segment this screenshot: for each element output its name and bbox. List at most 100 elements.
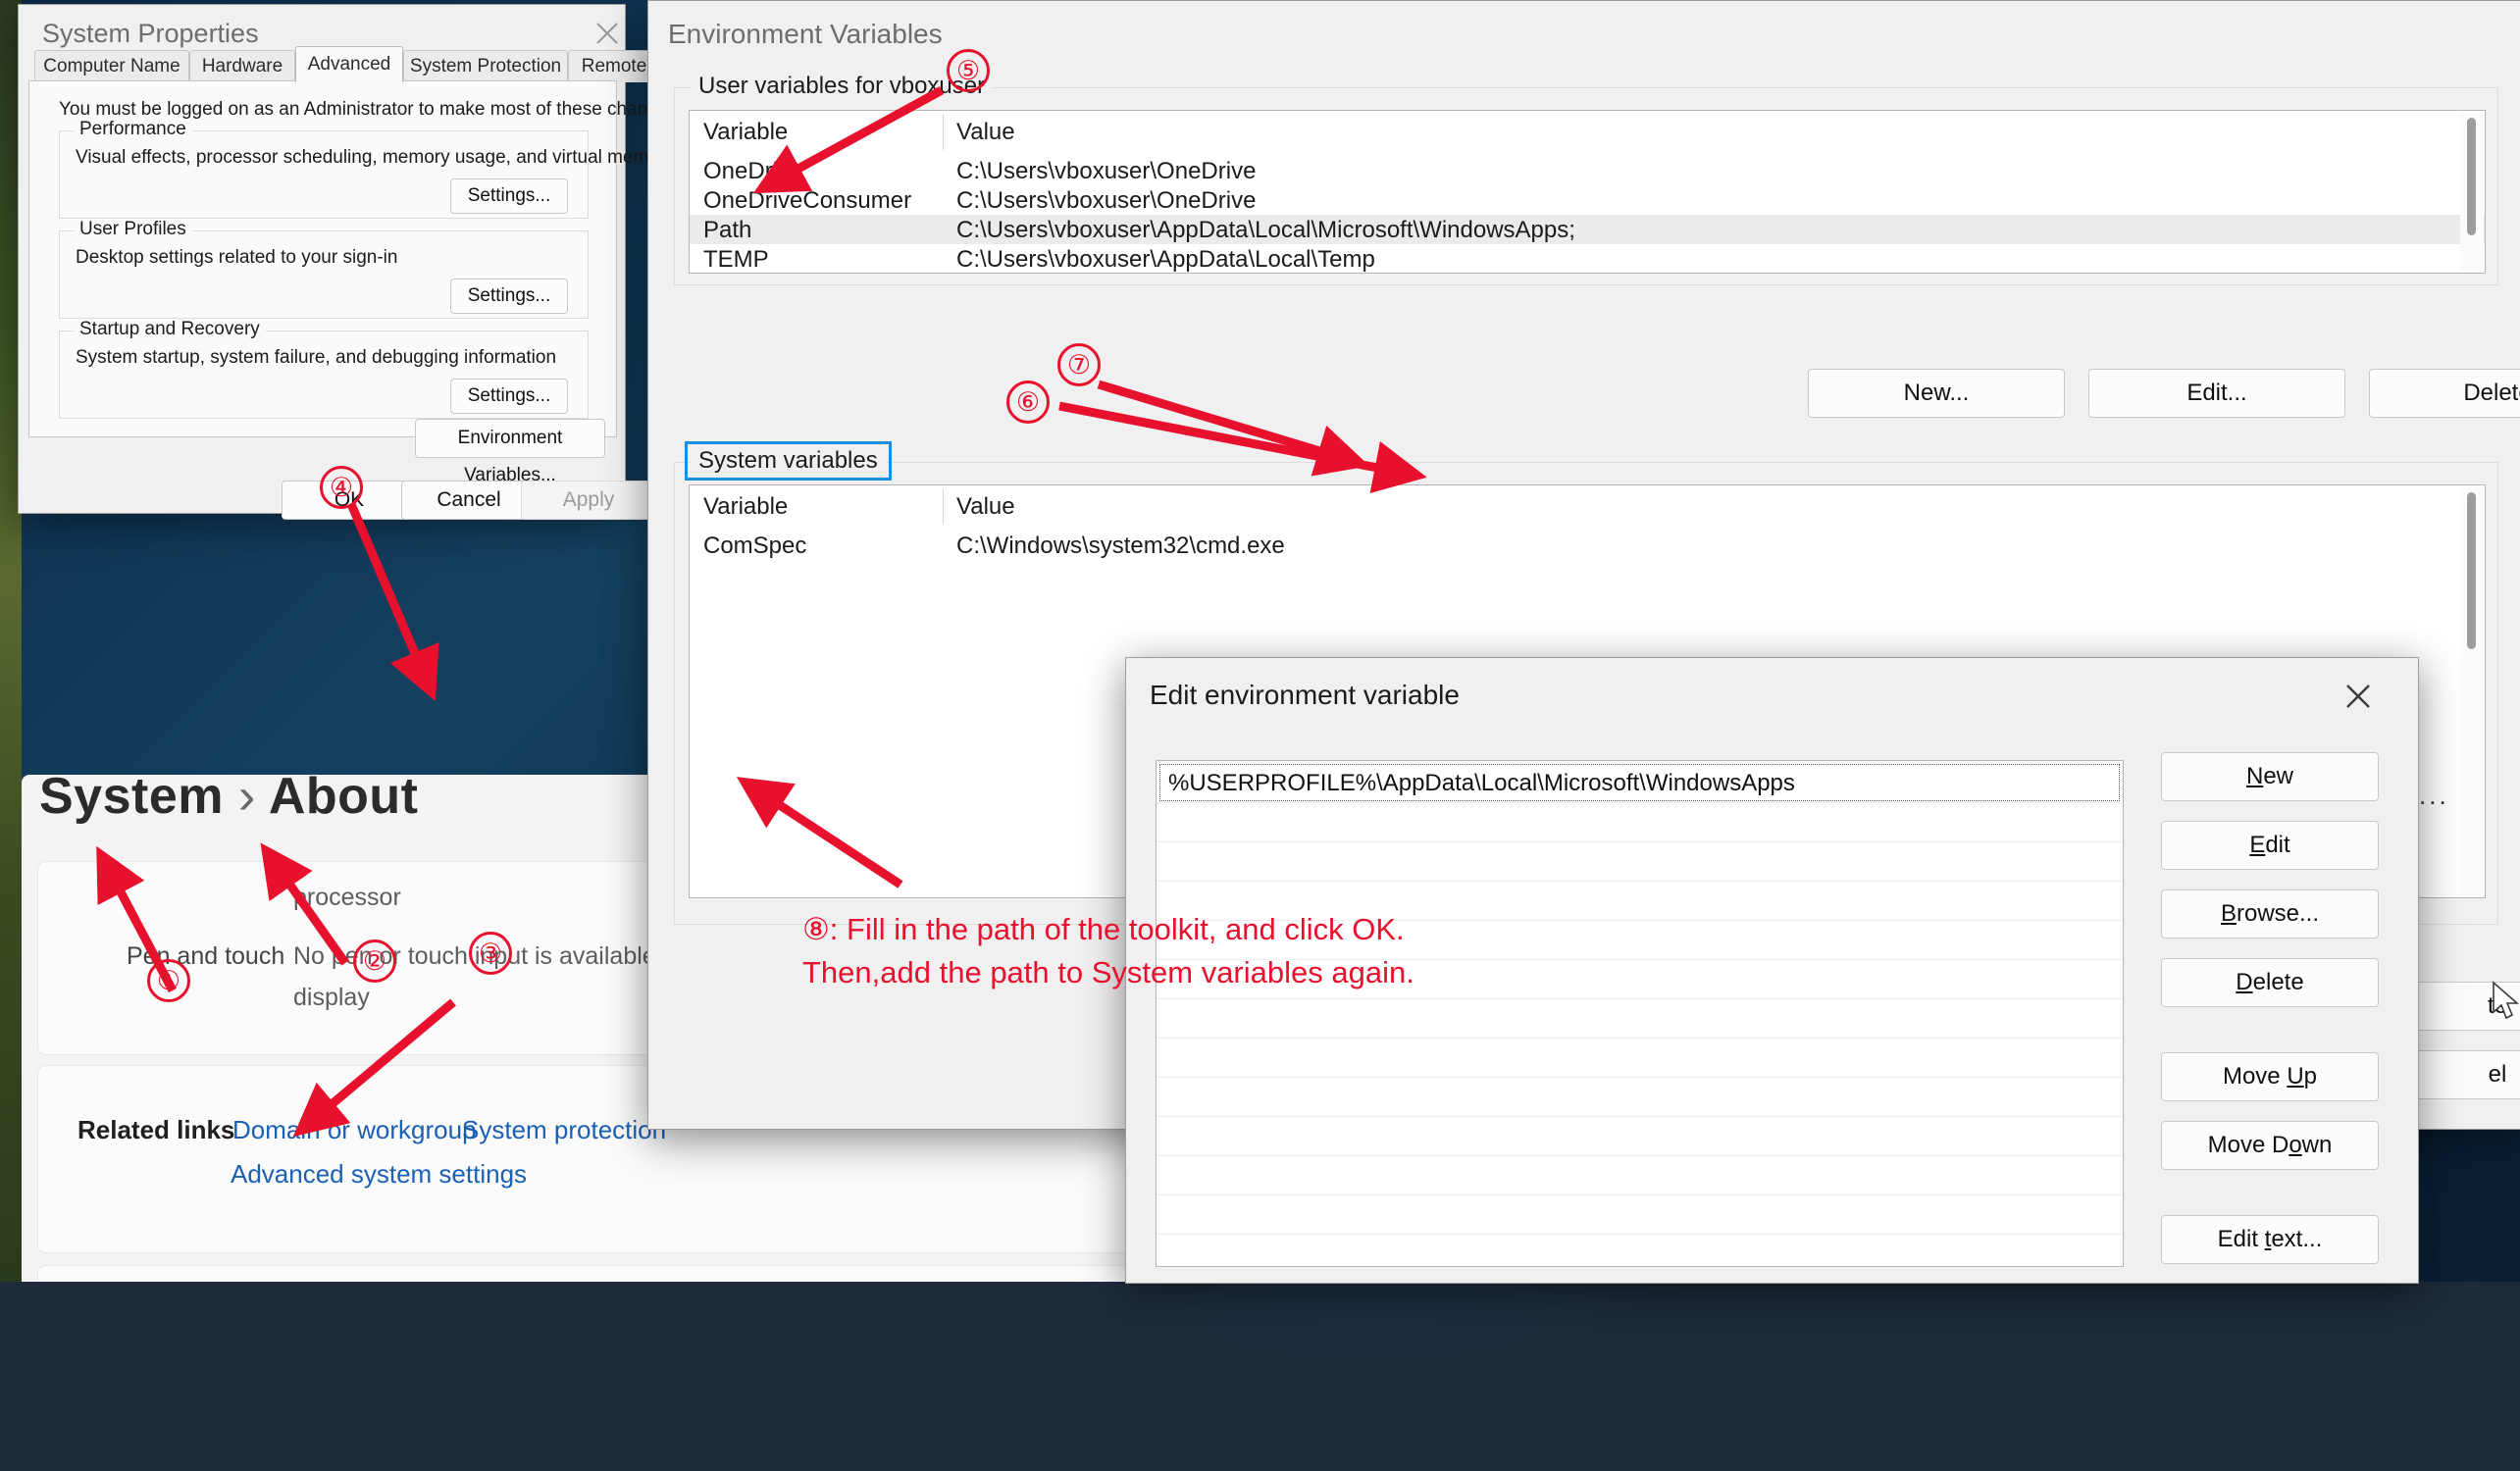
breadcrumb-separator: › — [237, 775, 256, 825]
breadcrumb-system[interactable]: System — [39, 775, 224, 825]
table-row-selected[interactable]: Path C:\Users\vboxuser\AppData\Local\Mic… — [690, 215, 2485, 244]
scrollbar-thumb[interactable] — [2467, 492, 2476, 649]
path-browse-button: Browse... — [2161, 889, 2379, 938]
accel-char: o — [2289, 1132, 2302, 1158]
path-edit-text-button: Edit text... — [2161, 1215, 2379, 1264]
system-properties-advanced-panel: You must be logged on as an Administrato… — [28, 80, 683, 437]
system-var-value: C:\Windows\system32\cmd.exe — [956, 533, 1285, 559]
related-links-label: Related links — [77, 1115, 235, 1144]
path-move-up-label: Move — [2222, 1063, 2288, 1090]
system-properties-footer: OK Cancel Apply — [19, 481, 656, 520]
row-rule — [1157, 1077, 2123, 1078]
link-domain-or-workgroup[interactable]: Domain or workgroup — [232, 1115, 477, 1145]
user-profiles-description: Desktop settings related to your sign-in — [76, 247, 398, 268]
startup-recovery-group-title: Startup and Recovery — [74, 319, 266, 340]
user-var-name: OneDriveConsumer — [703, 187, 912, 214]
row-rule — [1157, 920, 2123, 921]
performance-description: Visual effects, processor scheduling, me… — [76, 147, 675, 168]
link-advanced-system-settings[interactable]: Advanced system settings — [231, 1159, 527, 1190]
performance-settings-button[interactable]: Settings... — [450, 178, 568, 214]
path-delete-button: Delete — [2161, 958, 2379, 1007]
row-rule — [1157, 1116, 2123, 1117]
system-variables-scrollbar[interactable] — [2460, 486, 2484, 896]
user-col-divider[interactable] — [943, 115, 944, 150]
startup-recovery-settings-button[interactable]: Settings... — [450, 379, 568, 414]
user-var-value: C:\Users\vboxuser\OneDrive — [956, 187, 1257, 214]
user-edit-button[interactable]: Edit... — [2088, 369, 2345, 418]
table-row[interactable]: TEMP C:\Users\vboxuser\AppData\Local\Tem… — [690, 244, 2485, 273]
row-rule — [1157, 1194, 2123, 1195]
user-variables-group-title: User variables for vboxuser — [691, 73, 994, 100]
user-var-value: C:\Users\vboxuser\OneDrive — [956, 158, 1257, 184]
system-properties-tabs: Computer Name Hardware Advanced System P… — [28, 46, 660, 82]
system-var-name: ComSpec — [703, 533, 807, 559]
user-var-name: OneDrive — [703, 158, 803, 184]
tab-computer-name[interactable]: Computer Name — [34, 50, 189, 82]
user-variables-group: User variables for vboxuser Variable Val… — [674, 73, 2498, 285]
ok-button[interactable]: OK — [282, 481, 417, 520]
tab-hardware[interactable]: Hardware — [189, 50, 295, 82]
user-delete-button[interactable]: Delete — [2369, 369, 2520, 418]
system-col-value[interactable]: Value — [956, 493, 1015, 521]
edit-environment-variable-dialog: Edit environment variable %USERPROFILE%\… — [1125, 657, 2419, 1284]
tab-advanced[interactable]: Advanced — [295, 46, 403, 82]
accel-char: N — [2245, 763, 2264, 789]
tab-system-protection[interactable]: System Protection — [403, 50, 568, 82]
admin-notice-text: You must be logged on as an Administrato… — [59, 99, 684, 120]
user-profiles-settings-button[interactable]: Settings... — [450, 279, 568, 314]
user-var-name: Path — [703, 217, 752, 243]
user-var-name: TEMP — [703, 246, 769, 273]
spec-pen-value-line2: display — [293, 984, 370, 1011]
table-row[interactable]: OneDrive C:\Users\vboxuser\OneDrive — [690, 156, 2485, 185]
path-move-down-button: Move Down — [2161, 1121, 2379, 1170]
environment-variables-title: Environment Variables — [668, 19, 943, 49]
user-col-value[interactable]: Value — [956, 119, 1015, 146]
system-variables-header: Variable Value — [690, 485, 2485, 529]
mouse-cursor — [2492, 981, 2520, 1029]
path-move-down-label: Move D — [2207, 1132, 2289, 1158]
edit-environment-variable-title: Edit environment variable — [1150, 680, 1460, 710]
row-rule — [1157, 841, 2123, 842]
user-new-button[interactable]: New... — [1808, 369, 2065, 418]
accel-char: D — [2236, 969, 2253, 995]
path-edit-label: dit — [2265, 832, 2290, 858]
path-new-button: New — [2161, 752, 2379, 801]
accel-char: U — [2287, 1063, 2304, 1090]
system-col-divider[interactable] — [943, 489, 944, 525]
table-row[interactable]: ComSpec C:\Windows\system32\cmd.exe — [690, 531, 2485, 560]
tab-remote[interactable]: Remote — [568, 50, 660, 82]
link-system-protection[interactable]: System protection — [462, 1115, 666, 1145]
user-variables-scrollbar[interactable] — [2460, 112, 2484, 272]
row-rule — [1157, 1155, 2123, 1156]
scrollbar-thumb[interactable] — [2467, 118, 2476, 235]
accel-char: E — [2249, 832, 2266, 858]
close-icon[interactable] — [576, 11, 639, 54]
spec-pen-label: Pen and touch — [127, 942, 285, 970]
startup-recovery-group: Startup and Recovery System startup, sys… — [59, 319, 589, 419]
apply-button: Apply — [521, 481, 656, 520]
performance-group-title: Performance — [74, 119, 192, 140]
performance-group: Performance Visual effects, processor sc… — [59, 119, 675, 219]
system-variables-group-title: System variables — [685, 441, 892, 481]
user-profiles-group-title: User Profiles — [74, 219, 192, 240]
cancel-button[interactable]: Cancel — [401, 481, 537, 520]
row-rule — [1157, 998, 2123, 999]
accel-char: B — [2220, 900, 2237, 927]
spec-processor-value: processor — [293, 884, 401, 911]
user-profiles-group: User Profiles Desktop settings related t… — [59, 219, 589, 319]
close-icon[interactable] — [2325, 672, 2388, 715]
row-rule — [1157, 1038, 2123, 1039]
path-delete-label: elete — [2252, 969, 2304, 995]
path-entries-listbox[interactable]: %USERPROFILE%\AppData\Local\Microsoft\Wi… — [1156, 760, 2124, 1267]
table-row[interactable]: OneDriveConsumer C:\Users\vboxuser\OneDr… — [690, 185, 2485, 215]
user-variables-listbox[interactable]: Variable Value OneDrive C:\Users\vboxuse… — [689, 110, 2486, 274]
system-properties-title: System Properties — [42, 19, 259, 48]
row-rule — [1157, 881, 2123, 882]
path-edit-text-label: Edit — [2217, 1226, 2265, 1252]
user-col-variable[interactable]: Variable — [703, 119, 788, 146]
system-col-variable[interactable]: Variable — [703, 493, 788, 521]
environment-variables-button[interactable]: Environment Variables... — [415, 419, 605, 485]
partial-right-button-ellipsis[interactable]: ... — [2419, 781, 2449, 811]
path-new-label: ew — [2263, 763, 2294, 789]
path-browse-label: rowse... — [2236, 900, 2320, 927]
